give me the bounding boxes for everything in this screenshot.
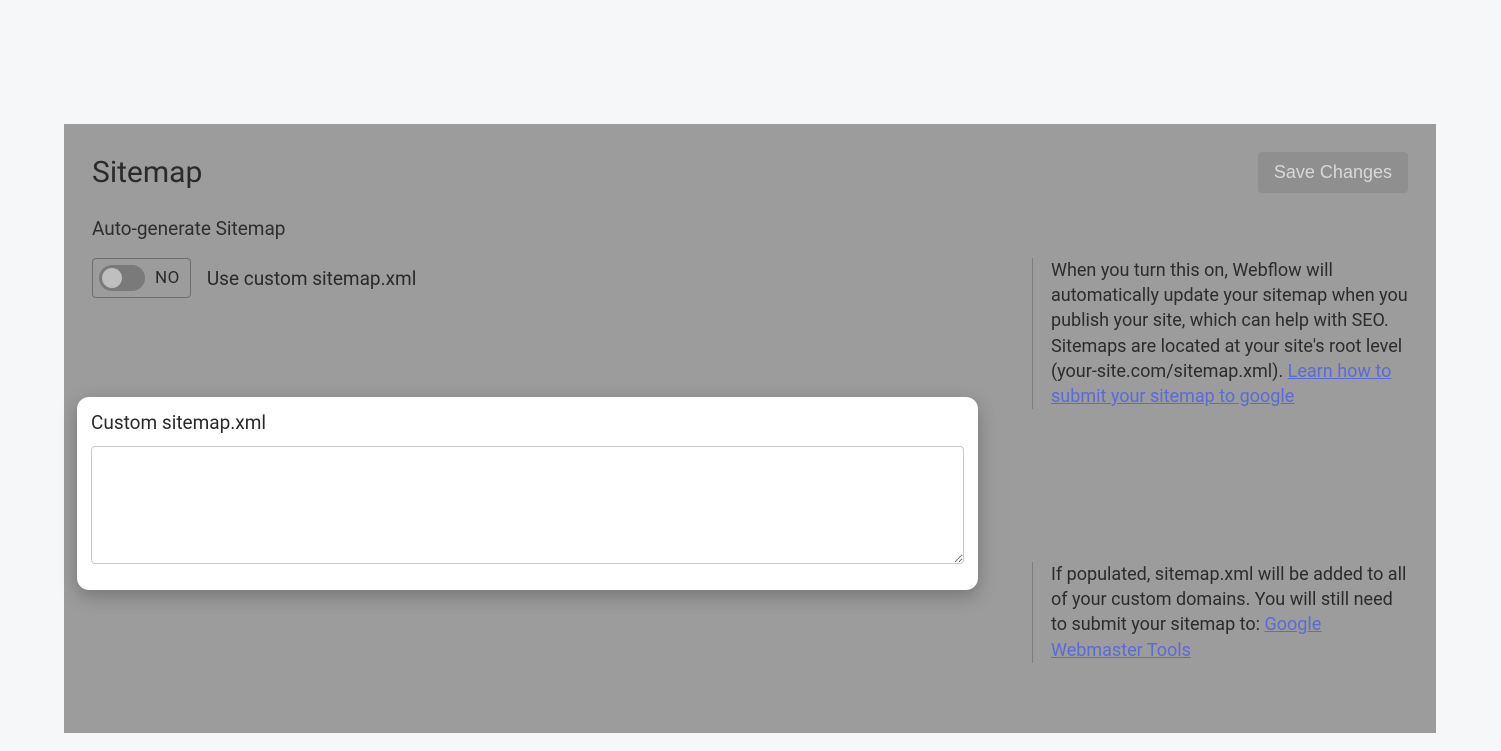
auto-generate-help: When you turn this on, Webflow will auto… — [1032, 258, 1408, 409]
auto-generate-toggle[interactable]: NO — [92, 258, 191, 298]
custom-sitemap-help: If populated, sitemap.xml will be added … — [1032, 562, 1408, 663]
toggle-row: NO Use custom sitemap.xml — [92, 258, 992, 298]
toggle-description: Use custom sitemap.xml — [207, 267, 416, 290]
toggle-state-label: NO — [155, 268, 180, 288]
toggle-knob — [102, 268, 122, 288]
custom-sitemap-heading: Custom sitemap.xml — [91, 411, 964, 434]
custom-sitemap-help-text: If populated, sitemap.xml will be added … — [1051, 564, 1406, 635]
save-changes-button[interactable]: Save Changes — [1258, 152, 1408, 193]
custom-sitemap-card: Custom sitemap.xml — [77, 397, 978, 590]
panel-title: Sitemap — [92, 155, 202, 190]
auto-generate-heading: Auto-generate Sitemap — [92, 217, 1408, 240]
toggle-track — [99, 265, 145, 291]
panel-header: Sitemap Save Changes — [92, 152, 1408, 193]
custom-sitemap-textarea[interactable] — [91, 446, 964, 564]
